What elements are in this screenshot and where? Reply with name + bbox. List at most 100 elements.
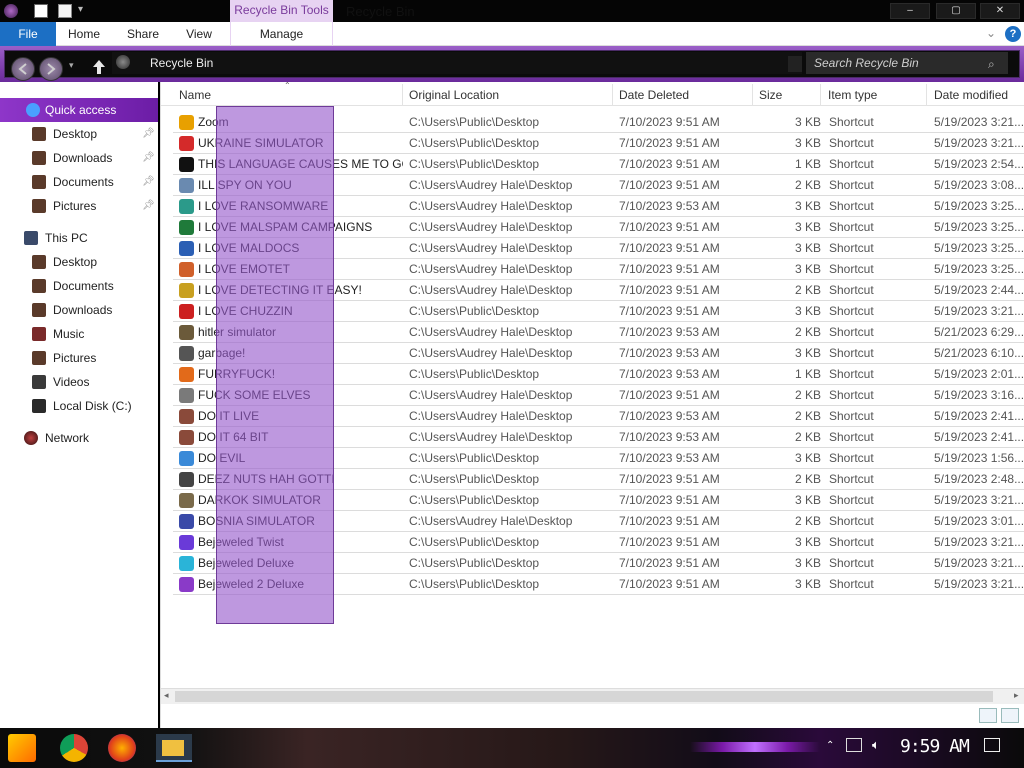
recent-locations-icon[interactable]: ▾ [69,60,74,71]
original-location: C:\Users\Audrey Hale\Desktop [409,388,573,402]
recycle-bin-icon [116,55,130,69]
item-type: Shortcut [829,199,874,213]
file-size: 3 KB [794,451,821,465]
tab-manage[interactable]: Manage [230,22,333,46]
file-size: 3 KB [794,262,821,276]
file-size: 3 KB [794,556,821,570]
volume-icon[interactable]: 🔈︎ [872,737,880,753]
new-folder-icon[interactable] [58,4,72,18]
close-button[interactable]: ✕ [980,3,1020,19]
pin-icon[interactable]: 📌︎ [142,146,155,170]
start-button-icon[interactable] [8,734,36,762]
properties-icon[interactable] [34,4,48,18]
large-icons-view-icon[interactable] [1001,708,1019,723]
sidebar-item-quick-access[interactable]: Quick access [0,98,158,122]
address-field[interactable]: Recycle Bin [112,52,802,74]
help-icon[interactable]: ? [1005,26,1021,42]
sidebar-item-pc-videos[interactable]: Videos [0,370,158,394]
pin-icon[interactable]: 📌︎ [142,194,155,218]
notifications-icon[interactable] [984,738,1000,752]
date-modified: 5/19/2023 3:21... [934,535,1024,549]
file-size: 2 KB [794,283,821,297]
minimize-button[interactable]: – [890,3,930,19]
address-dropdown-button[interactable] [788,56,802,72]
taskbar-decoration [690,742,820,752]
network-tray-icon[interactable] [846,738,862,752]
search-icon[interactable]: ⌕ [988,57,995,72]
column-header-original-location[interactable]: Original Location [403,84,613,106]
show-hidden-icons-icon[interactable]: ⌃ [826,740,834,751]
sidebar-item-pc-documents[interactable]: Documents [0,274,158,298]
sidebar-item-qa-downloads[interactable]: Downloads 📌︎ [0,146,158,170]
file-size: 2 KB [794,325,821,339]
shortcut-icon [179,451,194,466]
taskbar-clock[interactable]: 9:59 AM [900,736,970,757]
sidebar-item-qa-desktop[interactable]: Desktop 📌︎ [0,122,158,146]
contextual-tab-recycle-bin-tools: Recycle Bin Tools [230,0,333,22]
sidebar-item-label: Downloads [53,151,113,165]
tab-home[interactable]: Home [60,22,108,46]
back-button[interactable] [11,57,35,81]
downloads-icon [32,303,46,317]
item-type: Shortcut [829,556,874,570]
sidebar-item-pc-pictures[interactable]: Pictures [0,346,158,370]
sidebar-item-pc-local-disk[interactable]: Local Disk (C:) [0,394,158,418]
sidebar-item-pc-desktop[interactable]: Desktop [0,250,158,274]
sidebar-item-pc-downloads[interactable]: Downloads [0,298,158,322]
tab-share[interactable]: Share [118,22,168,46]
item-type: Shortcut [829,430,874,444]
search-input[interactable]: Search Recycle Bin [806,52,1008,74]
tab-view[interactable]: View [178,22,220,46]
scroll-left-icon[interactable]: ◂ [164,690,169,701]
original-location: C:\Users\Public\Desktop [409,556,540,570]
item-type: Shortcut [829,325,874,339]
scrollbar-thumb[interactable] [175,691,993,702]
folder-icon [162,740,184,756]
column-headers: Name ⌃ Original Location Date Deleted Si… [161,81,1024,106]
quick-access-dropdown-icon[interactable]: ▾ [78,4,83,15]
chrome-icon[interactable] [60,734,88,762]
pin-icon[interactable]: 📌︎ [142,122,155,146]
file-size: 3 KB [794,241,821,255]
original-location: C:\Users\Public\Desktop [409,577,540,591]
item-type: Shortcut [829,283,874,297]
ribbon-expand-icon[interactable]: ⌄ [986,26,996,40]
column-header-item-type[interactable]: Item type [822,84,927,106]
file-size: 3 KB [794,115,821,129]
forward-button[interactable] [39,57,63,81]
documents-icon [32,279,46,293]
firefox-icon[interactable] [108,734,136,762]
item-type: Shortcut [829,472,874,486]
file-explorer-taskbar-button[interactable] [156,734,192,762]
original-location: C:\Users\Audrey Hale\Desktop [409,514,573,528]
date-modified: 5/19/2023 3:21... [934,115,1024,129]
column-header-date-deleted[interactable]: Date Deleted [613,84,753,106]
date-deleted: 7/10/2023 9:51 AM [619,115,720,129]
up-button[interactable] [89,57,109,77]
scroll-right-icon[interactable]: ▸ [1014,690,1019,701]
original-location: C:\Users\Public\Desktop [409,367,540,381]
horizontal-scrollbar[interactable]: ◂ ▸ [161,688,1024,704]
sidebar-item-label: This PC [45,231,88,245]
column-header-size[interactable]: Size [753,84,821,106]
sidebar-item-network[interactable]: Network [0,426,158,450]
sidebar-item-pc-music[interactable]: Music [0,322,158,346]
pin-icon[interactable]: 📌︎ [142,170,155,194]
sidebar-item-label: Documents [53,175,114,189]
sidebar-item-qa-documents[interactable]: Documents 📌︎ [0,170,158,194]
date-modified: 5/19/2023 2:01... [934,367,1024,381]
videos-icon [32,375,46,389]
tab-file[interactable]: File [0,22,56,46]
file-size: 2 KB [794,388,821,402]
sidebar-item-this-pc[interactable]: This PC [0,226,158,250]
app-icon[interactable] [4,4,18,18]
file-size: 3 KB [794,304,821,318]
star-icon [26,103,40,117]
shortcut-icon [179,136,194,151]
maximize-button[interactable]: ▢ [936,3,976,19]
sidebar-item-qa-pictures[interactable]: Pictures 📌︎ [0,194,158,218]
column-header-date-modified[interactable]: Date modified [928,84,1024,106]
details-view-icon[interactable] [979,708,997,723]
breadcrumb[interactable]: Recycle Bin [150,56,213,70]
shortcut-icon [179,220,194,235]
